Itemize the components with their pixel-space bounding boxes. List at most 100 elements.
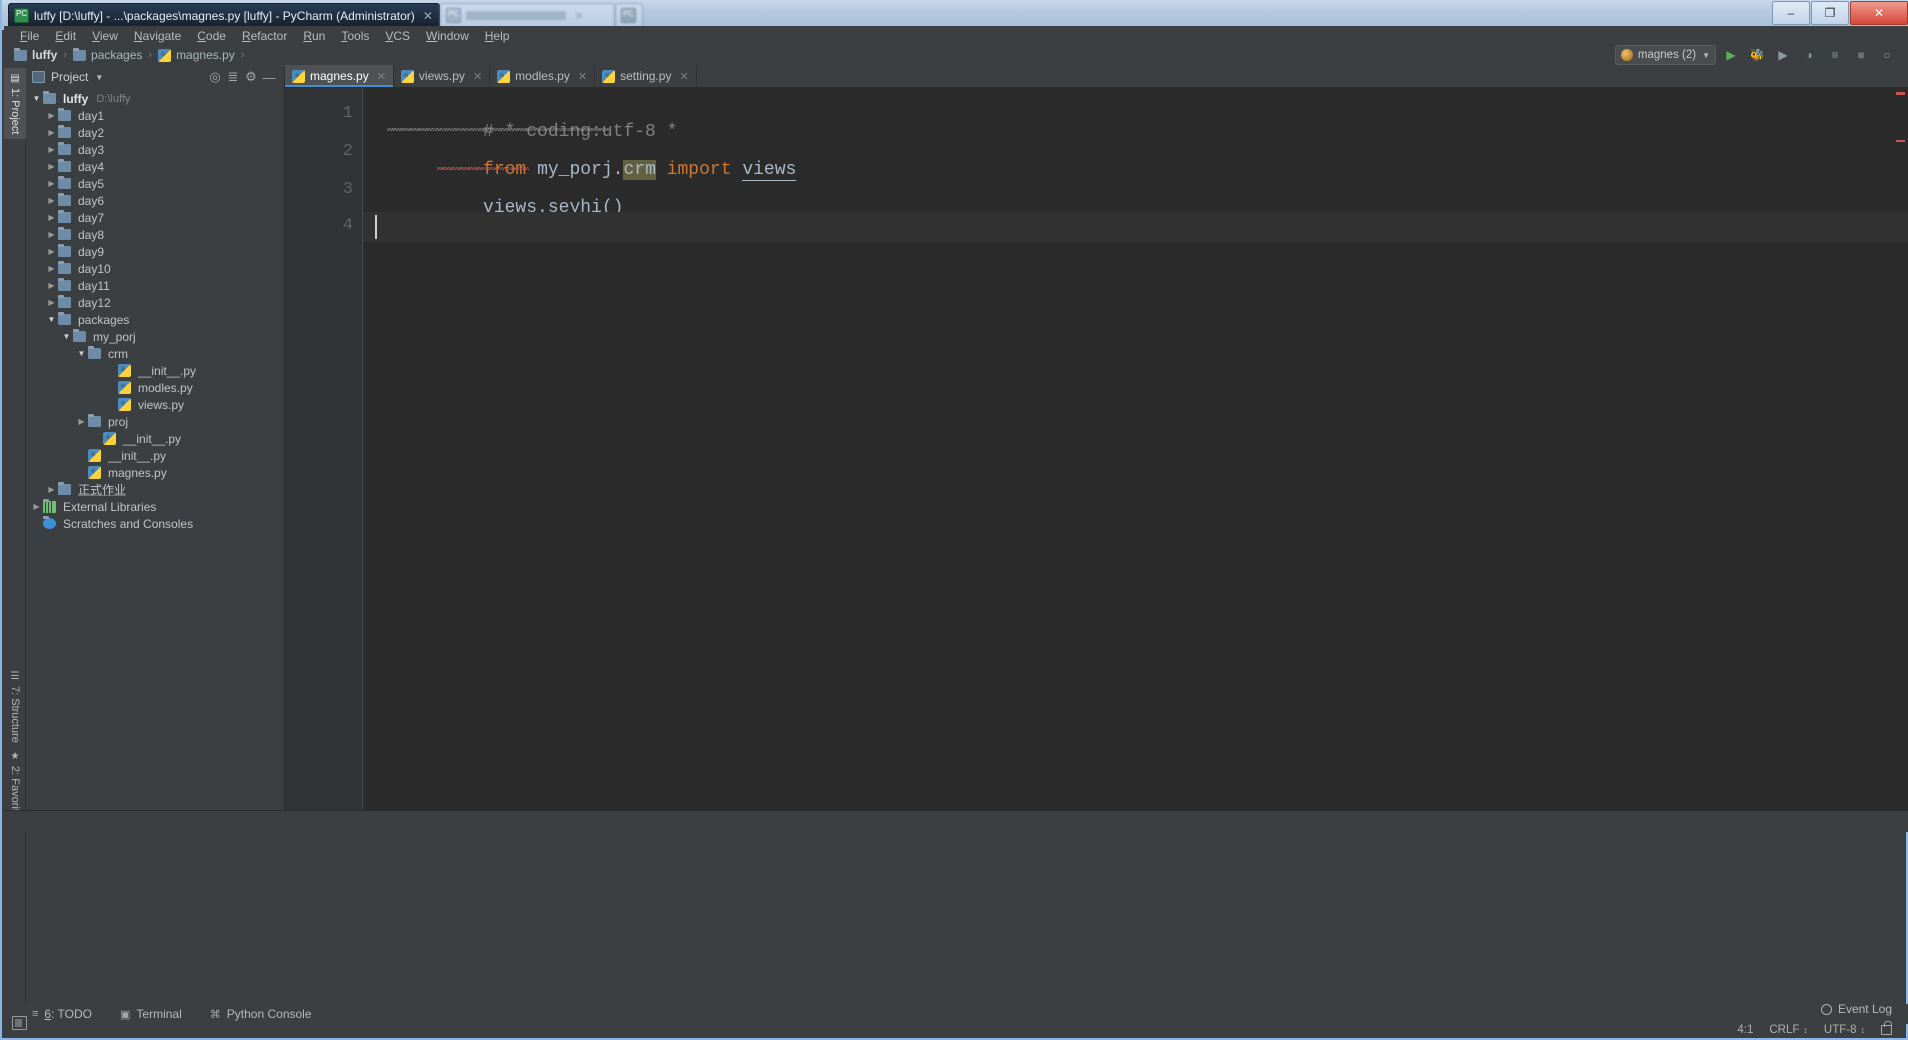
tree-node-External-Libraries[interactable]: ▶ External Libraries [26, 498, 284, 515]
run-configuration-selector[interactable]: magnes (2) ▼ [1614, 45, 1716, 65]
editor-tab-setting-py[interactable]: setting.py ✕ [595, 65, 697, 87]
code-content[interactable]: # * coding:utf-8 * from my_porj.crm impo… [363, 88, 1908, 810]
chevron-right-icon[interactable]: ▶ [45, 485, 58, 494]
chevron-right-icon[interactable]: ▶ [45, 264, 58, 273]
chevron-right-icon[interactable]: ▶ [45, 213, 58, 222]
editor-tab-views-py[interactable]: views.py ✕ [393, 65, 491, 87]
menu-item-navigate[interactable]: Navigate [126, 27, 189, 45]
caret-position[interactable]: 4:1 [1737, 1024, 1753, 1036]
menu-item-help[interactable]: Help [477, 27, 518, 45]
tree-node-day5[interactable]: ▶ day5 [26, 175, 284, 192]
line-separator[interactable]: CRLF [1769, 1024, 1799, 1036]
editor-tab-modles-py[interactable]: modles.py ✕ [490, 65, 596, 87]
window-tab-other[interactable]: ✕ [439, 3, 615, 27]
settings-gear-icon[interactable]: ⚙ [242, 69, 260, 85]
chevron-right-icon[interactable]: ▶ [30, 502, 43, 511]
collapse-all-icon[interactable]: ≣ [224, 69, 242, 85]
tree-node-day4[interactable]: ▶ day4 [26, 158, 284, 175]
menu-item-refactor[interactable]: Refactor [234, 27, 295, 45]
tree-node-day7[interactable]: ▶ day7 [26, 209, 284, 226]
profile-button[interactable]: ◑ [1798, 45, 1820, 65]
menu-item-edit[interactable]: Edit [47, 27, 84, 45]
code-editor[interactable]: 1 2 3 4 # * coding:utf-8 * from my_porj.crm… [285, 88, 1908, 810]
run-button[interactable]: ▶ [1720, 45, 1742, 65]
menu-item-tools[interactable]: Tools [333, 27, 377, 45]
close-icon[interactable]: ✕ [377, 70, 386, 83]
error-stripe-marker[interactable] [1896, 92, 1905, 95]
tree-node-views-py[interactable]: views.py [26, 396, 284, 413]
editor-tab-magnes-py[interactable]: magnes.py ✕ [285, 65, 394, 87]
tree-node-day6[interactable]: ▶ day6 [26, 192, 284, 209]
lock-icon[interactable] [1881, 1021, 1892, 1035]
tree-node-day9[interactable]: ▶ day9 [26, 243, 284, 260]
minimize-button[interactable]: – [1772, 1, 1810, 25]
chevron-right-icon[interactable]: ▶ [45, 196, 58, 205]
menu-item-window[interactable]: Window [418, 27, 477, 45]
bottom-tool-python-console[interactable]: ⌘ Python Console [210, 1007, 312, 1021]
tree-node-crm[interactable]: ▼ crm [26, 345, 284, 362]
close-icon[interactable]: ✕ [473, 70, 482, 83]
bottom-tool-terminal[interactable]: ▣ Terminal [120, 1007, 182, 1021]
chevron-down-icon[interactable]: ▼ [30, 94, 43, 103]
chevron-right-icon[interactable]: ▶ [45, 145, 58, 154]
toggle-tool-windows-icon[interactable] [12, 1016, 27, 1030]
error-stripe-marker-2[interactable] [1896, 140, 1905, 142]
menu-item-code[interactable]: Code [189, 27, 234, 45]
close-button[interactable]: ✕ [1850, 1, 1908, 25]
close-icon[interactable]: ✕ [578, 70, 587, 83]
bottom-tool-6--todo[interactable]: ≡ 6: TODO [32, 1007, 92, 1021]
chevron-right-icon[interactable]: ▶ [45, 162, 58, 171]
tree-node-proj[interactable]: ▶ proj [26, 413, 284, 430]
chevron-right-icon[interactable]: ▶ [45, 247, 58, 256]
window-tab-extra[interactable] [614, 3, 643, 27]
tree-node-day8[interactable]: ▶ day8 [26, 226, 284, 243]
breadcrumb-item-luffy[interactable]: luffy [14, 47, 57, 62]
other-tab-close-icon[interactable]: ✕ [574, 9, 584, 23]
chevron-down-icon[interactable]: ▼ [45, 315, 58, 324]
menu-item-run[interactable]: Run [295, 27, 333, 45]
breadcrumb-item-packages[interactable]: packages [73, 47, 142, 62]
chevron-right-icon[interactable]: ▶ [45, 230, 58, 239]
chevron-right-icon[interactable]: ▶ [45, 179, 58, 188]
tree-node-packages[interactable]: ▼ packages [26, 311, 284, 328]
tree-node-day1[interactable]: ▶ day1 [26, 107, 284, 124]
breadcrumb-item-magnes-py[interactable]: magnes.py [158, 48, 235, 62]
hide-panel-icon[interactable]: — [260, 70, 278, 85]
chevron-right-icon[interactable]: ▶ [45, 111, 58, 120]
tool-window-button-project[interactable]: ▤ 1: Project [4, 68, 26, 140]
menu-item-file[interactable]: File [12, 27, 47, 45]
chevron-right-icon[interactable]: ▶ [45, 298, 58, 307]
maximize-button[interactable]: ❐ [1811, 1, 1849, 25]
chevron-right-icon[interactable]: ▶ [75, 417, 88, 426]
tree-node-__init__-py[interactable]: __init__.py [26, 447, 284, 464]
tree-node-正式作业[interactable]: ▶ 正式作业 [26, 481, 284, 498]
tree-node-my_porj[interactable]: ▼ my_porj [26, 328, 284, 345]
run-coverage-button[interactable]: ▶ [1772, 45, 1794, 65]
window-tab-pycharm[interactable]: luffy [D:\luffy] - ...\packages\magnes.p… [8, 3, 440, 27]
target-icon[interactable]: ◎ [206, 69, 224, 85]
menu-item-view[interactable]: View [84, 27, 126, 45]
tree-node-day11[interactable]: ▶ day11 [26, 277, 284, 294]
menu-item-vcs[interactable]: VCS [377, 27, 418, 45]
tool-window-button-structure[interactable]: ☰ 7: Structure [4, 666, 26, 748]
chevron-down-icon[interactable]: ▼ [95, 73, 103, 82]
tree-node-day2[interactable]: ▶ day2 [26, 124, 284, 141]
debug-button[interactable]: 🐝 [1746, 45, 1768, 65]
stop-button[interactable]: ■ [1850, 45, 1872, 65]
chevron-right-icon[interactable]: ▶ [45, 281, 58, 290]
tree-node-day10[interactable]: ▶ day10 [26, 260, 284, 277]
event-log-button[interactable]: Event Log [1820, 1002, 1892, 1016]
tree-node-luffy[interactable]: ▼ luffy D:\luffy [26, 90, 284, 107]
search-everywhere-icon[interactable]: ○ [1876, 45, 1898, 65]
run-with-console-button[interactable]: ≡ [1824, 45, 1846, 65]
tree-node-modles-py[interactable]: modles.py [26, 379, 284, 396]
tree-node-__init__-py[interactable]: __init__.py [26, 362, 284, 379]
file-encoding[interactable]: UTF-8 [1824, 1024, 1857, 1036]
chevron-down-icon[interactable]: ▼ [60, 332, 73, 341]
tree-node-__init__-py[interactable]: __init__.py [26, 430, 284, 447]
tree-node-day12[interactable]: ▶ day12 [26, 294, 284, 311]
chevron-right-icon[interactable]: ▶ [45, 128, 58, 137]
tree-node-magnes-py[interactable]: magnes.py [26, 464, 284, 481]
window-tab-close-icon[interactable]: ✕ [423, 9, 433, 23]
tree-node-day3[interactable]: ▶ day3 [26, 141, 284, 158]
